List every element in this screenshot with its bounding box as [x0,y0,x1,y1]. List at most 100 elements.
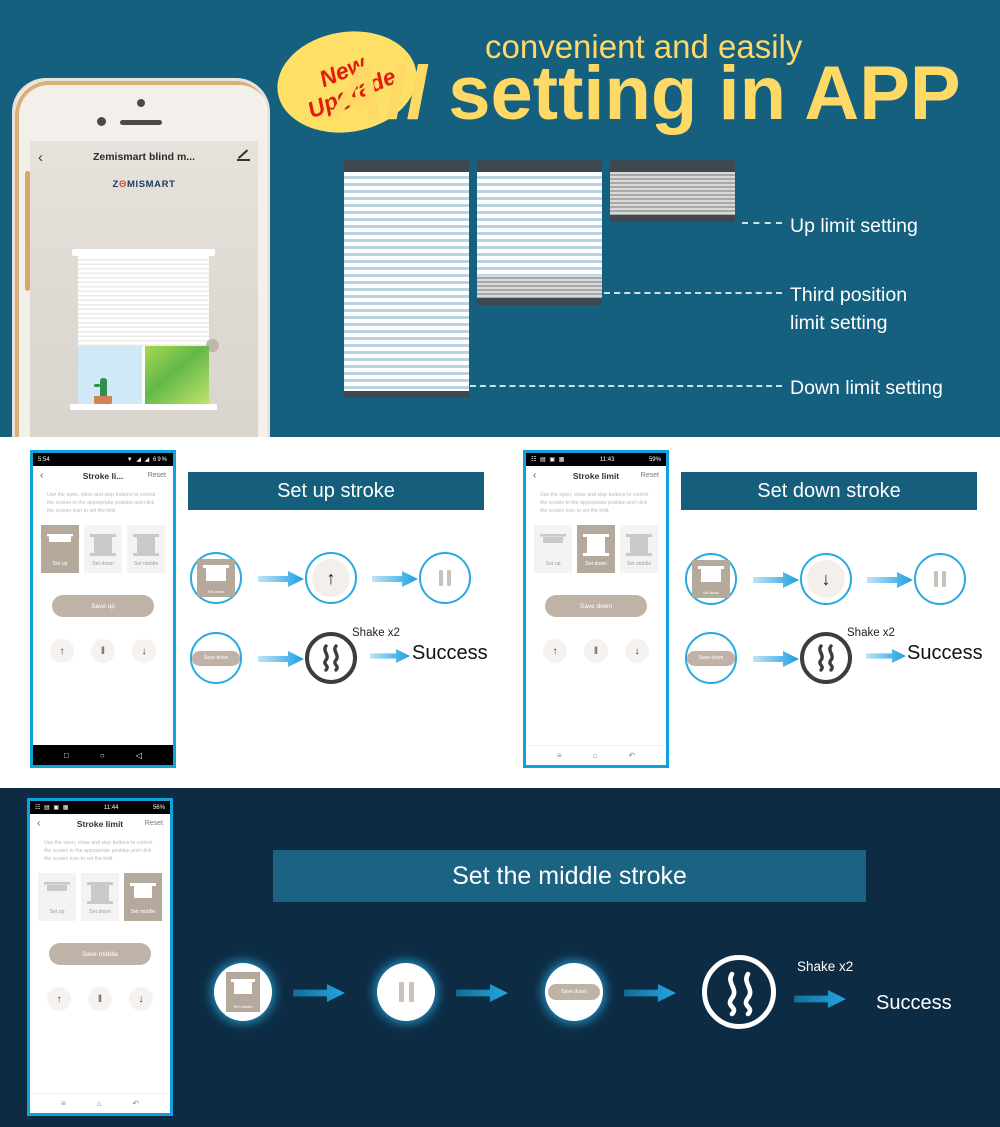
flow-arrow-2 [372,571,418,587]
speaker-icon [120,120,162,125]
nav-recents-icon[interactable]: ≡ [557,751,562,760]
app-navbar: ‹ Stroke limit Reset [30,814,170,834]
flow-mid-shake-icon [702,955,776,1029]
headline-ll: ll [384,51,428,136]
window-sill [70,404,217,410]
close-button[interactable]: ↓ [625,639,649,664]
blind-down-icon [87,882,113,909]
blind-middle-icon [130,882,156,907]
status-time: 11:43 [599,456,615,463]
instruction-text: Use the open, close and stop buttons to … [47,492,156,515]
close-button[interactable]: ↓ [132,639,156,664]
flow-up-step-pause [419,552,471,604]
reset-button[interactable]: Reset [148,472,166,479]
open-button[interactable]: ↑ [543,639,567,664]
tile-set-up[interactable]: Set up [38,873,76,922]
phone-set-up: 5:54 ▼ ◢ ◢ 69% ‹ Stroke li... Reset Use … [30,450,176,768]
edit-pencil-icon[interactable] [237,150,250,162]
phone-set-middle: ☷ ▤ ▣ ▦ 11:44 56% ‹ Stroke limit Reset U… [27,798,173,1116]
tile-set-down[interactable]: Set down [81,873,119,922]
mode-tiles: Set up Set down Set middle [30,863,170,922]
headline-main: All setting in APP [330,56,961,132]
tile-set-middle[interactable]: Set middle [620,525,658,574]
blind-headrail [610,160,735,172]
flow-arrow-8 [866,649,906,663]
status-icons-left: ☷ ▤ ▣ ▦ [35,805,70,811]
open-icon: ↑ [312,559,350,597]
tile-set-down[interactable]: Set down [84,525,122,574]
open-button[interactable]: ↑ [47,987,71,1012]
nav-home-icon[interactable]: ⌂ [593,751,598,760]
nav-back-icon[interactable]: ↶ [132,1099,139,1108]
label-success-down: Success [907,642,983,664]
hero-section: ‹ Zemismart blind m... ZΘMISMART New Upg… [0,0,1000,438]
reset-button[interactable]: Reset [145,820,163,827]
sensor-icon [97,117,106,126]
flow-up-step-tile: Set down [190,552,242,604]
blind-up-icon [540,534,566,557]
label-success-middle: Success [876,992,952,1014]
instruction-text: Use the open, close and stop buttons to … [44,840,153,863]
reset-button[interactable]: Reset [641,472,659,479]
phone-set-down: ☷ ▤ ▣ ▦ 11:43 59% ‹ Stroke limit Reset U… [523,450,669,768]
window-graphic [78,346,209,405]
blind-up-icon [44,882,70,905]
banner-set-up-stroke: Set up stroke [188,472,484,510]
nav-recents-icon[interactable]: ≡ [61,1099,66,1108]
flow-arrow-12 [794,990,846,1008]
blind-middle-icon [133,534,159,561]
nav-recents-icon[interactable]: □ [64,751,69,760]
banner-set-middle-stroke: Set the middle stroke [273,850,866,902]
app-navbar: ‹ Stroke limit Reset [526,466,666,486]
label-down-limit: Down limit setting [790,377,943,399]
stop-button[interactable]: ‖ [91,639,115,664]
tile-set-up[interactable]: Set up [41,525,79,574]
phone-notch [15,97,267,139]
tile-set-middle[interactable]: Set middle [127,525,165,574]
window-right-pane [143,346,209,404]
system-navbar: ≡ ⌂ ↶ [526,745,666,765]
blind-down-icon [583,534,609,561]
stop-button[interactable]: ‖ [584,639,608,664]
flow-arrow-4 [370,649,410,663]
close-icon: ↓ [807,560,845,598]
tile-set-down[interactable]: Set down [577,525,615,574]
flow-arrow-10 [456,984,508,1002]
save-button[interactable]: Save up [52,595,154,618]
blind-headrail [344,160,469,172]
label-success-up: Success [412,642,488,664]
blind-preview [30,215,258,438]
system-navbar: ≡ ⌂ ↶ [30,1093,170,1113]
nav-home-icon[interactable]: ⌂ [97,1099,102,1108]
nav-back-icon[interactable]: ◁ [136,751,142,760]
close-button[interactable]: ↓ [129,987,153,1012]
nav-home-icon[interactable]: ○ [100,751,105,760]
open-button[interactable]: ↑ [50,639,74,664]
blind-third [477,160,602,305]
tile-set-middle[interactable]: Set middle [124,873,162,922]
label-shake-down: Shake x2 [847,627,895,639]
save-pill-label: Save down [548,984,600,1000]
instruction-text: Use the open, close and stop buttons to … [540,492,649,515]
flow-arrow-6 [867,572,913,588]
blind-headrail [477,160,602,172]
nav-back-icon[interactable]: ↶ [628,751,635,760]
tile-label: Set up [545,561,561,568]
banner-set-down-stroke: Set down stroke [681,472,977,510]
pause-icon [439,570,451,586]
save-button[interactable]: Save middle [49,943,151,966]
control-row: ↑ ‖ ↓ [33,639,173,664]
stop-button[interactable]: ‖ [88,987,112,1012]
hero-phone-screen: ‹ Zemismart blind m... ZΘMISMART [30,141,258,438]
flow-down-shake-icon [800,632,852,684]
tile-icon: Set down [197,559,235,597]
blind-down [344,160,469,398]
tile-set-up[interactable]: Set up [534,525,572,574]
label-up-limit: Up limit setting [790,215,918,237]
battery-label: 69% [152,457,168,463]
save-button[interactable]: Save down [545,595,647,618]
flow-down-step-save: Save down [685,632,737,684]
tile-label: Set down [92,561,114,568]
tile-label: Set down [207,589,225,594]
pause-icon [934,571,946,587]
